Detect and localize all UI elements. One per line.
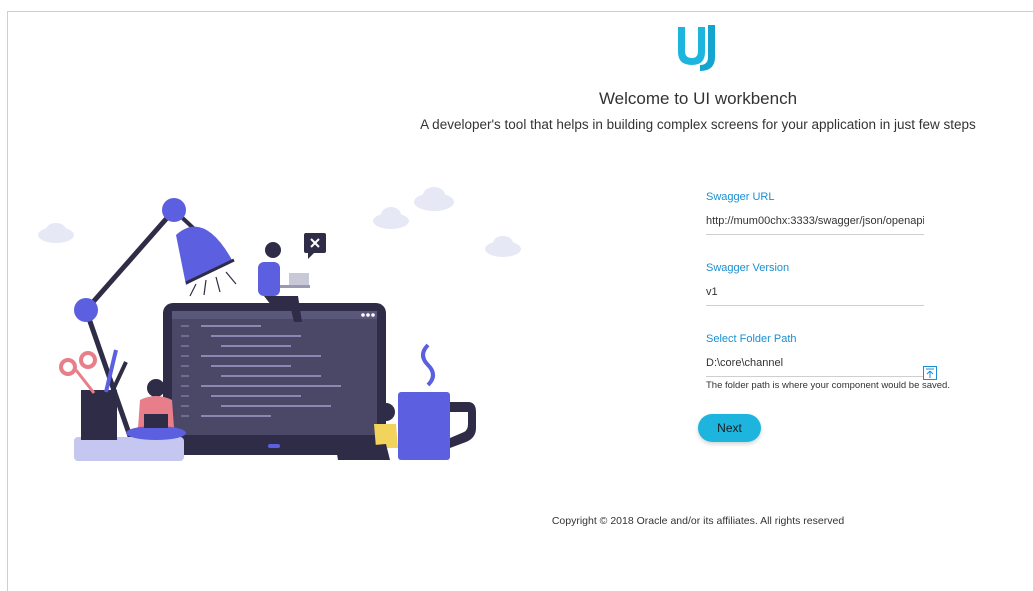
next-button[interactable]: Next — [698, 414, 761, 442]
cloud-icon — [485, 236, 521, 257]
swagger-url-field: Swagger URL http://mum00chx:3333/swagger… — [706, 191, 924, 235]
page-subtitle: A developer's tool that helps in buildin… — [420, 117, 976, 132]
folder-path-label: Select Folder Path — [706, 333, 797, 345]
swagger-url-label: Swagger URL — [706, 191, 775, 203]
page-title: Welcome to UI workbench — [598, 89, 798, 108]
folder-path-hint: The folder path is where your component … — [706, 380, 950, 391]
cloud-icon — [414, 187, 454, 211]
message-close-icon — [304, 233, 326, 259]
swagger-version-input[interactable]: v1 — [706, 286, 924, 306]
folder-upload-icon[interactable] — [923, 366, 937, 380]
monitor-icon — [163, 303, 386, 455]
swagger-url-input[interactable]: http://mum00chx:3333/swagger/json/openap… — [706, 215, 924, 235]
cloud-icon — [38, 223, 74, 243]
uj-logo-icon — [678, 25, 715, 71]
copyright-text: Copyright © 2018 Oracle and/or its affil… — [551, 515, 845, 527]
folder-path-field: Select Folder Path D:\core\channel — [706, 333, 937, 380]
developer-workspace-illustration — [38, 187, 521, 461]
swagger-version-label: Swagger Version — [706, 262, 790, 274]
swagger-version-field: Swagger Version v1 — [706, 262, 924, 306]
cloud-icon — [373, 207, 409, 229]
coffee-mug-icon — [398, 343, 476, 460]
folder-path-input[interactable]: D:\core\channel — [706, 357, 924, 377]
